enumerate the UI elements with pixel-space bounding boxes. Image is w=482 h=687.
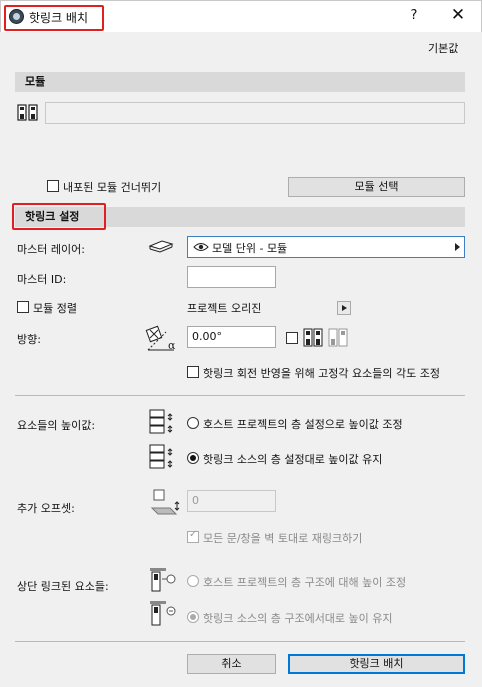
master-id-label: 마스터 ID: [17, 273, 67, 286]
svg-text:α: α [168, 339, 176, 352]
adjust-angle-checkbox[interactable] [187, 366, 199, 378]
elevation-label: 요소들의 높이값: [17, 419, 96, 432]
project-origin-arrow-button[interactable] [337, 301, 351, 315]
offset-icon [150, 489, 180, 515]
archicad-icon [9, 9, 24, 24]
top-linked-source-icon [150, 601, 176, 626]
top-linked-source-radio[interactable] [187, 611, 199, 623]
top-linked-host-label: 호스트 프로젝트의 층 구조에 대해 높이 조정 [203, 576, 407, 589]
offset-label: 추가 오프셋: [17, 502, 75, 515]
footer-divider [15, 641, 465, 642]
master-id-input[interactable] [187, 266, 276, 288]
top-linked-label: 상단 링크된 요소들: [17, 580, 109, 593]
divider [15, 395, 465, 396]
title-bar: 핫링크 배치 ? ✕ [0, 0, 482, 32]
master-layer-label: 마스터 레이어: [17, 243, 85, 256]
elevation-host-radio[interactable] [187, 417, 199, 429]
rotation-angle-icon: α [145, 325, 176, 352]
project-origin-label: 프로젝트 오리진 [187, 302, 262, 315]
module-section-header: 모듈 [15, 72, 465, 92]
top-linked-host-icon [150, 568, 176, 592]
top-linked-source-label: 핫링크 소스의 층 구조에서대로 높이 유지 [203, 612, 393, 625]
skip-nested-checkbox[interactable] [47, 180, 59, 192]
module-path-field [45, 102, 465, 124]
align-module-checkbox[interactable] [17, 301, 29, 313]
select-module-button[interactable]: 모듈 선택 [288, 177, 465, 197]
relink-label: 모든 문/창을 벽 토대로 재링크하기 [203, 532, 363, 545]
elevation-source-label: 핫링크 소스의 층 설정대로 높이값 유지 [203, 453, 383, 466]
elevation-host-label: 호스트 프로젝트의 층 설정으로 높이값 조정 [203, 418, 403, 431]
offset-value: 0 [192, 494, 199, 507]
top-linked-host-radio[interactable] [187, 575, 199, 587]
orientation-label: 방향: [17, 333, 41, 346]
story-elevation-host-icon [149, 409, 173, 434]
story-elevation-source-icon [149, 444, 173, 469]
master-layer-dropdown[interactable]: 모델 단위 - 모듈 [187, 236, 465, 258]
offset-input: 0 [187, 490, 276, 512]
mirror-checkbox[interactable] [286, 332, 298, 344]
orientation-value: 0.00° [192, 330, 222, 343]
window-title: 핫링크 배치 [29, 11, 89, 25]
align-module-label: 모듈 정렬 [33, 302, 77, 315]
cancel-button[interactable]: 취소 [187, 654, 276, 674]
settings-highlight [12, 203, 106, 230]
layer-icon [148, 240, 174, 253]
dropdown-arrow-icon [455, 243, 460, 251]
skip-nested-label: 내포된 모듈 건너뛰기 [63, 181, 162, 194]
mirror-module-icon [303, 328, 348, 347]
orientation-input[interactable]: 0.00° [187, 326, 276, 348]
help-button[interactable]: ? [406, 8, 422, 23]
close-button[interactable]: ✕ [449, 5, 467, 25]
adjust-angle-label: 핫링크 회전 반영을 위해 고정각 요소들의 각도 조정 [203, 367, 440, 380]
master-layer-value: 모델 단위 - 모듈 [212, 242, 288, 255]
module-icon [17, 104, 38, 121]
defaults-button[interactable]: 기본값 [428, 40, 458, 56]
elevation-source-radio[interactable] [187, 452, 199, 464]
relink-checkbox[interactable] [187, 529, 199, 543]
place-hotlink-button[interactable]: 핫링크 배치 [288, 654, 465, 674]
eye-icon [193, 243, 209, 251]
